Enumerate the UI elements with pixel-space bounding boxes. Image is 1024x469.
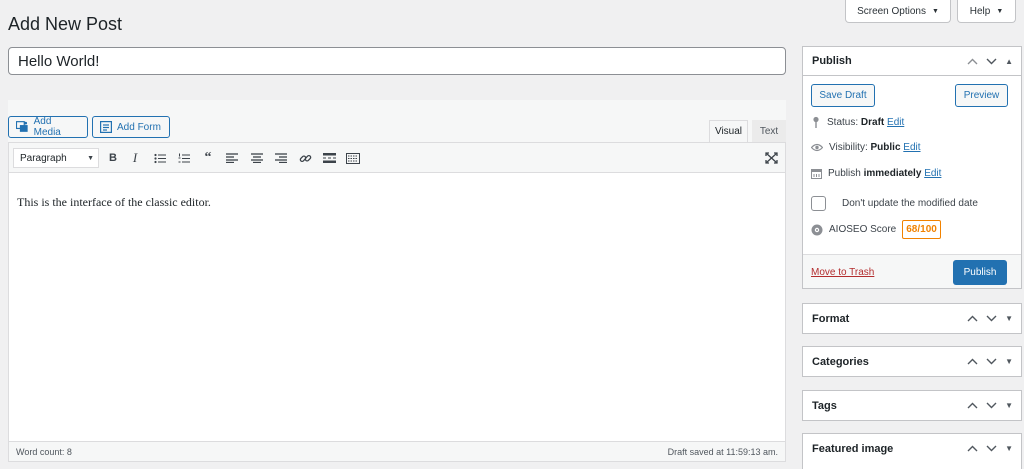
toggle-panel-icon[interactable]: ▲	[1005, 57, 1013, 66]
tags-box: Tags ▼	[802, 390, 1022, 421]
align-center-icon[interactable]	[250, 151, 264, 165]
publish-button[interactable]: Publish	[953, 260, 1007, 285]
numbered-list-icon[interactable]	[177, 151, 191, 165]
calendar-icon	[811, 169, 822, 179]
add-media-button[interactable]: Add Media	[8, 116, 88, 138]
toggle-panel-icon[interactable]: ▼	[1005, 314, 1013, 323]
visibility-value: Public	[870, 142, 901, 153]
media-icon	[16, 121, 28, 132]
link-icon[interactable]	[298, 151, 312, 165]
schedule-row: Publish immediately Edit	[811, 168, 941, 179]
categories-box-title: Categories	[812, 355, 869, 368]
tags-box-title: Tags	[812, 399, 837, 412]
dont-update-checkbox[interactable]	[811, 196, 826, 211]
format-select-value: Paragraph	[20, 152, 67, 164]
help-label: Help	[969, 5, 991, 17]
featured-image-box-title: Featured image	[812, 442, 894, 455]
publish-box-footer: Move to Trash Publish	[803, 254, 1021, 288]
chevron-down-icon[interactable]	[986, 358, 997, 365]
format-select[interactable]: Paragraph ▼	[13, 148, 99, 168]
chevron-down-icon[interactable]	[986, 58, 997, 65]
categories-box: Categories ▼	[802, 346, 1022, 377]
visibility-row: Visibility: Public Edit	[811, 142, 921, 153]
aioseo-row: AIOSEO Score 68/100	[811, 220, 941, 239]
visibility-label: Visibility:	[829, 142, 868, 153]
publish-value: immediately	[863, 168, 922, 179]
featured-image-box: Featured image ▼	[802, 433, 1022, 469]
bullet-list-icon[interactable]	[153, 151, 167, 165]
editor-tools: Add Media Add Form Visual Text	[8, 100, 786, 142]
page-title: Add New Post	[8, 14, 123, 34]
toggle-panel-icon[interactable]: ▼	[1005, 357, 1013, 366]
move-to-trash-link[interactable]: Move to Trash	[811, 267, 874, 278]
eye-icon	[811, 143, 823, 152]
chevron-down-icon[interactable]	[986, 315, 997, 322]
toggle-panel-icon[interactable]: ▼	[1005, 401, 1013, 410]
status-value: Draft	[860, 116, 885, 128]
categories-box-header[interactable]: Categories ▼	[803, 347, 1021, 376]
chevron-up-icon[interactable]	[967, 402, 978, 409]
editor-toolbar: Paragraph ▼ B I “	[9, 143, 785, 173]
edit-status-link[interactable]: Edit	[887, 117, 904, 128]
editor-status-bar: Word count: 8 Draft saved at 11:59:13 am…	[9, 441, 785, 461]
tab-text[interactable]: Text	[752, 120, 786, 142]
tags-box-header[interactable]: Tags ▼	[803, 391, 1021, 420]
save-draft-button[interactable]: Save Draft	[811, 84, 875, 107]
chevron-up-icon[interactable]	[967, 315, 978, 322]
preview-button[interactable]: Preview	[955, 84, 1008, 107]
editor-box: Paragraph ▼ B I “ This is the interface …	[8, 142, 786, 462]
align-left-icon[interactable]	[225, 151, 239, 165]
align-right-icon[interactable]	[274, 151, 288, 165]
edit-schedule-link[interactable]: Edit	[924, 168, 941, 179]
caret-down-icon: ▼	[87, 154, 94, 162]
status-row: Status: Draft Edit	[811, 116, 904, 128]
add-form-button[interactable]: Add Form	[92, 116, 170, 138]
chevron-down-icon[interactable]	[986, 402, 997, 409]
featured-image-box-header[interactable]: Featured image ▼	[803, 434, 1021, 463]
add-media-label: Add Media	[33, 116, 61, 138]
editor-content[interactable]: This is the interface of the classic edi…	[9, 173, 785, 232]
chevron-up-icon[interactable]	[967, 58, 978, 65]
toolbar-toggle-icon[interactable]	[346, 151, 360, 165]
toggle-panel-icon[interactable]: ▼	[1005, 444, 1013, 453]
format-box-header[interactable]: Format ▼	[803, 304, 1021, 333]
edit-visibility-link[interactable]: Edit	[903, 142, 920, 153]
screen-options-button[interactable]: Screen Options ▼	[845, 0, 951, 23]
tab-visual[interactable]: Visual	[709, 120, 748, 142]
format-box-title: Format	[812, 312, 850, 325]
caret-down-icon: ▼	[932, 7, 939, 15]
post-title-input[interactable]	[8, 47, 786, 75]
chevron-down-icon[interactable]	[986, 445, 997, 452]
draft-saved-status: Draft saved at 11:59:13 am.	[667, 446, 778, 457]
publish-box: Publish ▲ Save Draft Preview Status: Dra…	[802, 46, 1022, 289]
chevron-up-icon[interactable]	[967, 358, 978, 365]
read-more-icon[interactable]	[322, 151, 336, 165]
format-box: Format ▼	[802, 303, 1022, 334]
pin-icon	[813, 116, 819, 128]
word-count: Word count: 8	[16, 446, 72, 457]
fullscreen-icon[interactable]	[764, 151, 778, 165]
italic-icon[interactable]: I	[128, 150, 142, 165]
aioseo-icon	[811, 224, 823, 235]
caret-down-icon: ▼	[996, 7, 1004, 15]
dont-update-label: Don't update the modified date	[842, 198, 978, 209]
modified-date-row: Don't update the modified date	[811, 196, 978, 211]
aioseo-score-badge[interactable]: 68/100	[902, 220, 941, 239]
publish-box-header: Publish ▲	[803, 47, 1021, 76]
classic-editor: Add Media Add Form Visual Text Paragraph…	[8, 100, 786, 462]
status-label: Status:	[827, 116, 859, 128]
blockquote-icon[interactable]: “	[201, 150, 215, 165]
form-icon	[100, 121, 112, 133]
add-form-label: Add Form	[117, 121, 161, 133]
publish-label: Publish	[828, 168, 861, 179]
chevron-up-icon[interactable]	[967, 445, 978, 452]
screen-options-label: Screen Options	[857, 5, 926, 17]
help-button[interactable]: Help ▼	[957, 0, 1016, 23]
aioseo-label: AIOSEO Score	[829, 224, 897, 235]
publish-box-title: Publish	[812, 55, 852, 67]
bold-icon[interactable]: B	[106, 151, 120, 165]
